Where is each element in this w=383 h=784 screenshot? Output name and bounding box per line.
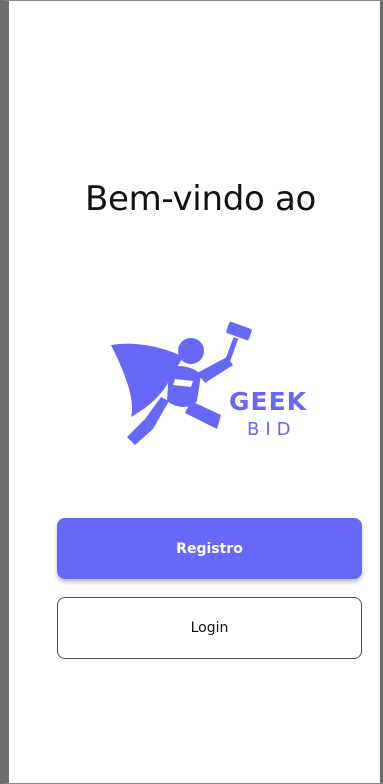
superhero-logo-icon: GEEK BID <box>111 321 308 445</box>
welcome-title: Bem-vindo ao <box>84 179 317 219</box>
register-button[interactable]: Registro <box>57 518 362 579</box>
phone-frame: Bem-vindo ao GEEK BID Registro Login <box>0 0 383 784</box>
login-button-label: Login <box>190 620 229 636</box>
logo-word-bid: BID <box>247 419 297 440</box>
login-button[interactable]: Login <box>57 597 362 659</box>
register-button-label: Registro <box>176 540 243 557</box>
geek-bid-logo: GEEK BID <box>105 317 325 457</box>
logo-word-geek: GEEK <box>229 387 308 416</box>
